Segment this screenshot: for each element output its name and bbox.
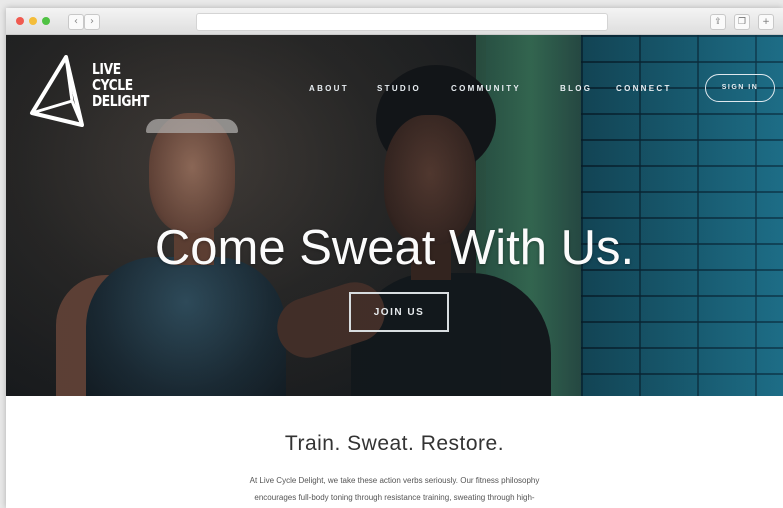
nav-connect[interactable]: CONNECT [616, 84, 672, 93]
logo-wordmark: LIVE CYCLE DELIGHT [92, 61, 149, 109]
close-window-button[interactable] [16, 17, 24, 25]
triangle-logo-icon [30, 55, 84, 127]
maximize-window-button[interactable] [42, 17, 50, 25]
logo-line-1: LIVE [92, 60, 121, 78]
sign-in-button[interactable]: SIGN IN [705, 74, 775, 102]
nav-studio[interactable]: STUDIO [377, 84, 421, 93]
forward-arrow-icon[interactable]: › [84, 14, 100, 30]
logo-line-2: CYCLE [92, 76, 133, 94]
intro-section: Train. Sweat. Restore. At Live Cycle Del… [6, 396, 783, 508]
nav-community[interactable]: COMMUNITY [451, 84, 521, 93]
browser-toolbar: ‹ › ⇪ ❐ + [6, 8, 783, 35]
back-arrow-icon[interactable]: ‹ [68, 14, 84, 30]
minimize-window-button[interactable] [29, 17, 37, 25]
browser-window: ‹ › ⇪ ❐ + LIVE CYCLE DELIGHT ABOUT STUDI… [6, 8, 783, 508]
nav-about[interactable]: ABOUT [309, 84, 349, 93]
intro-paragraph-line-2: encourages full-body toning through resi… [254, 493, 535, 502]
new-tab-icon[interactable]: + [758, 14, 774, 30]
hero-headline: Come Sweat With Us. [154, 221, 635, 275]
intro-title: Train. Sweat. Restore. [284, 432, 505, 455]
join-us-button[interactable]: JOIN US [349, 292, 449, 332]
nav-blog[interactable]: BLOG [560, 84, 592, 93]
intro-paragraph-line-1: At Live Cycle Delight, we take these act… [249, 476, 540, 485]
intro-paragraph: At Live Cycle Delight, we take these act… [136, 472, 653, 506]
tabs-icon[interactable]: ❐ [734, 14, 750, 30]
address-bar[interactable] [196, 13, 608, 31]
logo-line-3: DELIGHT [92, 92, 149, 110]
site-logo[interactable]: LIVE CYCLE DELIGHT [26, 53, 196, 128]
share-icon[interactable]: ⇪ [710, 14, 726, 30]
